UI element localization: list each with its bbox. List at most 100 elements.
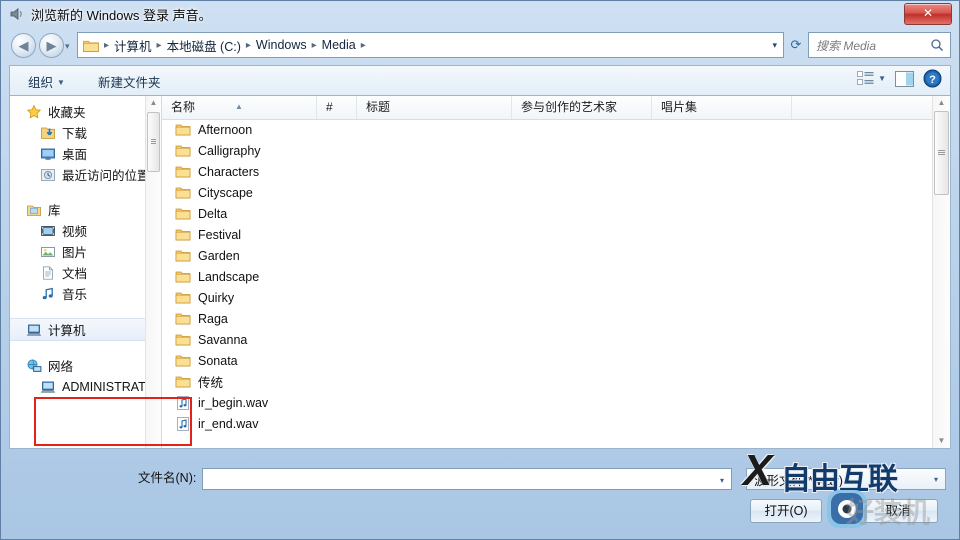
chevron-down-icon[interactable]: ▾ <box>720 476 724 485</box>
sidebar-item-desktop[interactable]: 桌面 <box>10 143 161 164</box>
table-row[interactable]: Afternoon <box>162 119 933 140</box>
file-list-pane: ▲ 名称 # 标题 参与创作的艺术家 唱片集 Afternoon Calligr… <box>162 96 950 448</box>
new-folder-button[interactable]: 新建文件夹 <box>98 72 161 91</box>
sidebar-item-music[interactable]: 音乐 <box>10 283 161 304</box>
speaker-icon <box>10 7 22 21</box>
help-button[interactable]: ? <box>923 69 942 88</box>
folder-icon <box>175 292 191 303</box>
table-row[interactable]: Landscape <box>162 266 933 287</box>
column-header-track[interactable]: # <box>317 96 357 119</box>
sidebar-item-pictures[interactable]: 图片 <box>10 241 161 262</box>
list-view-icon <box>857 71 874 85</box>
sidebar-label: 下载 <box>62 127 88 141</box>
sidebar-item-libraries[interactable]: 库 <box>10 199 161 220</box>
computer-icon <box>40 381 56 393</box>
scrollbar-thumb[interactable] <box>147 112 160 172</box>
table-row[interactable]: Savanna <box>162 329 933 350</box>
breadcrumb-separator: ▸ <box>104 39 110 51</box>
table-row[interactable]: ir_end.wav <box>162 413 933 434</box>
recent-locations-dropdown[interactable]: ▾ <box>65 41 70 52</box>
toolbar: 组织 ▼ 新建文件夹 ▼ ? <box>9 65 951 95</box>
preview-pane-icon <box>895 70 914 87</box>
table-row[interactable]: Festival <box>162 224 933 245</box>
table-row[interactable]: Garden <box>162 245 933 266</box>
back-button[interactable]: ◀ <box>11 33 36 58</box>
file-list-scrollbar[interactable]: ▲ ▼ <box>932 96 950 448</box>
desktop-icon <box>41 148 55 160</box>
folder-icon <box>175 145 191 156</box>
folder-icon <box>175 187 191 198</box>
breadcrumb-separator: ▸ <box>360 39 366 51</box>
organize-label: 组织 <box>28 76 54 90</box>
breadcrumb-separator: ▸ <box>245 39 251 51</box>
column-header-artist[interactable]: 参与创作的艺术家 <box>512 96 652 119</box>
preview-pane-button[interactable] <box>895 70 914 87</box>
cancel-button[interactable]: 取消 <box>858 499 938 523</box>
close-button[interactable]: ✕ <box>904 3 952 25</box>
sidebar-label: 网络 <box>48 360 74 374</box>
open-button[interactable]: 打开(O) <box>750 499 822 523</box>
table-row[interactable]: 传统 <box>162 371 933 392</box>
pictures-icon <box>41 246 55 257</box>
breadcrumb-item-windows[interactable]: Windows <box>253 38 310 52</box>
sidebar-label: 桌面 <box>62 148 88 162</box>
svg-text:?: ? <box>929 74 936 86</box>
breadcrumb-separator: ▸ <box>311 39 317 51</box>
table-row[interactable]: Delta <box>162 203 933 224</box>
breadcrumb-item-local-disk[interactable]: 本地磁盘 (C:) <box>164 36 244 55</box>
back-arrow-icon: ◀ <box>18 38 29 53</box>
column-header-name[interactable]: ▲ 名称 <box>162 96 317 119</box>
file-name: ir_end.wav <box>198 416 259 431</box>
folder-icon <box>83 40 99 52</box>
filename-input[interactable]: ▾ <box>202 468 732 490</box>
view-mode-button[interactable]: ▼ <box>857 71 886 86</box>
organize-button[interactable]: 组织 ▼ <box>28 72 65 91</box>
table-row[interactable]: Quirky <box>162 287 933 308</box>
sidebar-group-computer: 计算机 <box>10 318 161 341</box>
sidebar-item-favorites[interactable]: 收藏夹 <box>10 101 161 122</box>
breadcrumb-item-computer[interactable]: 计算机 <box>111 36 155 55</box>
sidebar-item-administrator[interactable]: ADMINISTRATO ▾ <box>10 376 161 397</box>
breadcrumb[interactable]: ▸ 计算机 ▸ 本地磁盘 (C:) ▸ Windows ▸ Media ▸ ▾ <box>77 32 784 58</box>
table-row[interactable]: ir_begin.wav <box>162 392 933 413</box>
table-row[interactable]: Characters <box>162 161 933 182</box>
forward-button[interactable]: ▶ <box>39 33 64 58</box>
column-header-title[interactable]: 标题 <box>357 96 512 119</box>
scroll-down-button[interactable]: ▼ <box>933 434 950 448</box>
scroll-up-button[interactable]: ▲ <box>933 96 950 110</box>
file-name: Calligraphy <box>198 143 261 158</box>
sidebar-label: 文档 <box>62 267 88 281</box>
folder-icon <box>175 334 191 345</box>
sidebar-item-documents[interactable]: 文档 <box>10 262 161 283</box>
folder-icon <box>175 208 191 219</box>
table-row[interactable]: Raga <box>162 308 933 329</box>
table-row[interactable]: Cityscape <box>162 182 933 203</box>
sidebar-item-videos[interactable]: 视频 <box>10 220 161 241</box>
filename-label: 文件名(N): <box>138 471 197 485</box>
sidebar-label: 最近访问的位置 <box>62 169 150 183</box>
navigation-scrollbar[interactable]: ▲ <box>145 96 161 448</box>
breadcrumb-item-media[interactable]: Media <box>319 38 359 52</box>
sort-ascending-icon: ▲ <box>235 102 243 111</box>
table-row[interactable]: Sonata <box>162 350 933 371</box>
chevron-down-icon: ▼ <box>57 78 65 87</box>
search-input[interactable]: 搜索 Media <box>808 32 951 58</box>
folder-icon <box>175 355 191 366</box>
table-row[interactable]: Calligraphy <box>162 140 933 161</box>
column-header-album[interactable]: 唱片集 <box>652 96 792 119</box>
file-type-filter-select[interactable]: 波形文件(*.wav) ▾ <box>746 468 946 490</box>
chevron-down-icon: ▼ <box>878 74 886 83</box>
scrollbar-thumb[interactable] <box>934 111 949 195</box>
scroll-up-button[interactable]: ▲ <box>146 96 161 110</box>
chevron-down-icon: ▾ <box>933 474 938 484</box>
sidebar-item-downloads[interactable]: 下载 <box>10 122 161 143</box>
breadcrumb-dropdown-icon[interactable]: ▾ <box>772 40 777 51</box>
sidebar-item-computer[interactable]: 计算机 <box>10 318 161 341</box>
sidebar-item-network[interactable]: 网络 <box>10 355 161 376</box>
refresh-button[interactable]: ⟳ <box>786 34 806 56</box>
network-icon <box>27 359 42 372</box>
file-name: Garden <box>198 248 240 263</box>
file-name: Characters <box>198 164 260 179</box>
file-name: Afternoon <box>198 122 253 137</box>
sidebar-item-recent-places[interactable]: 最近访问的位置 <box>10 164 161 185</box>
